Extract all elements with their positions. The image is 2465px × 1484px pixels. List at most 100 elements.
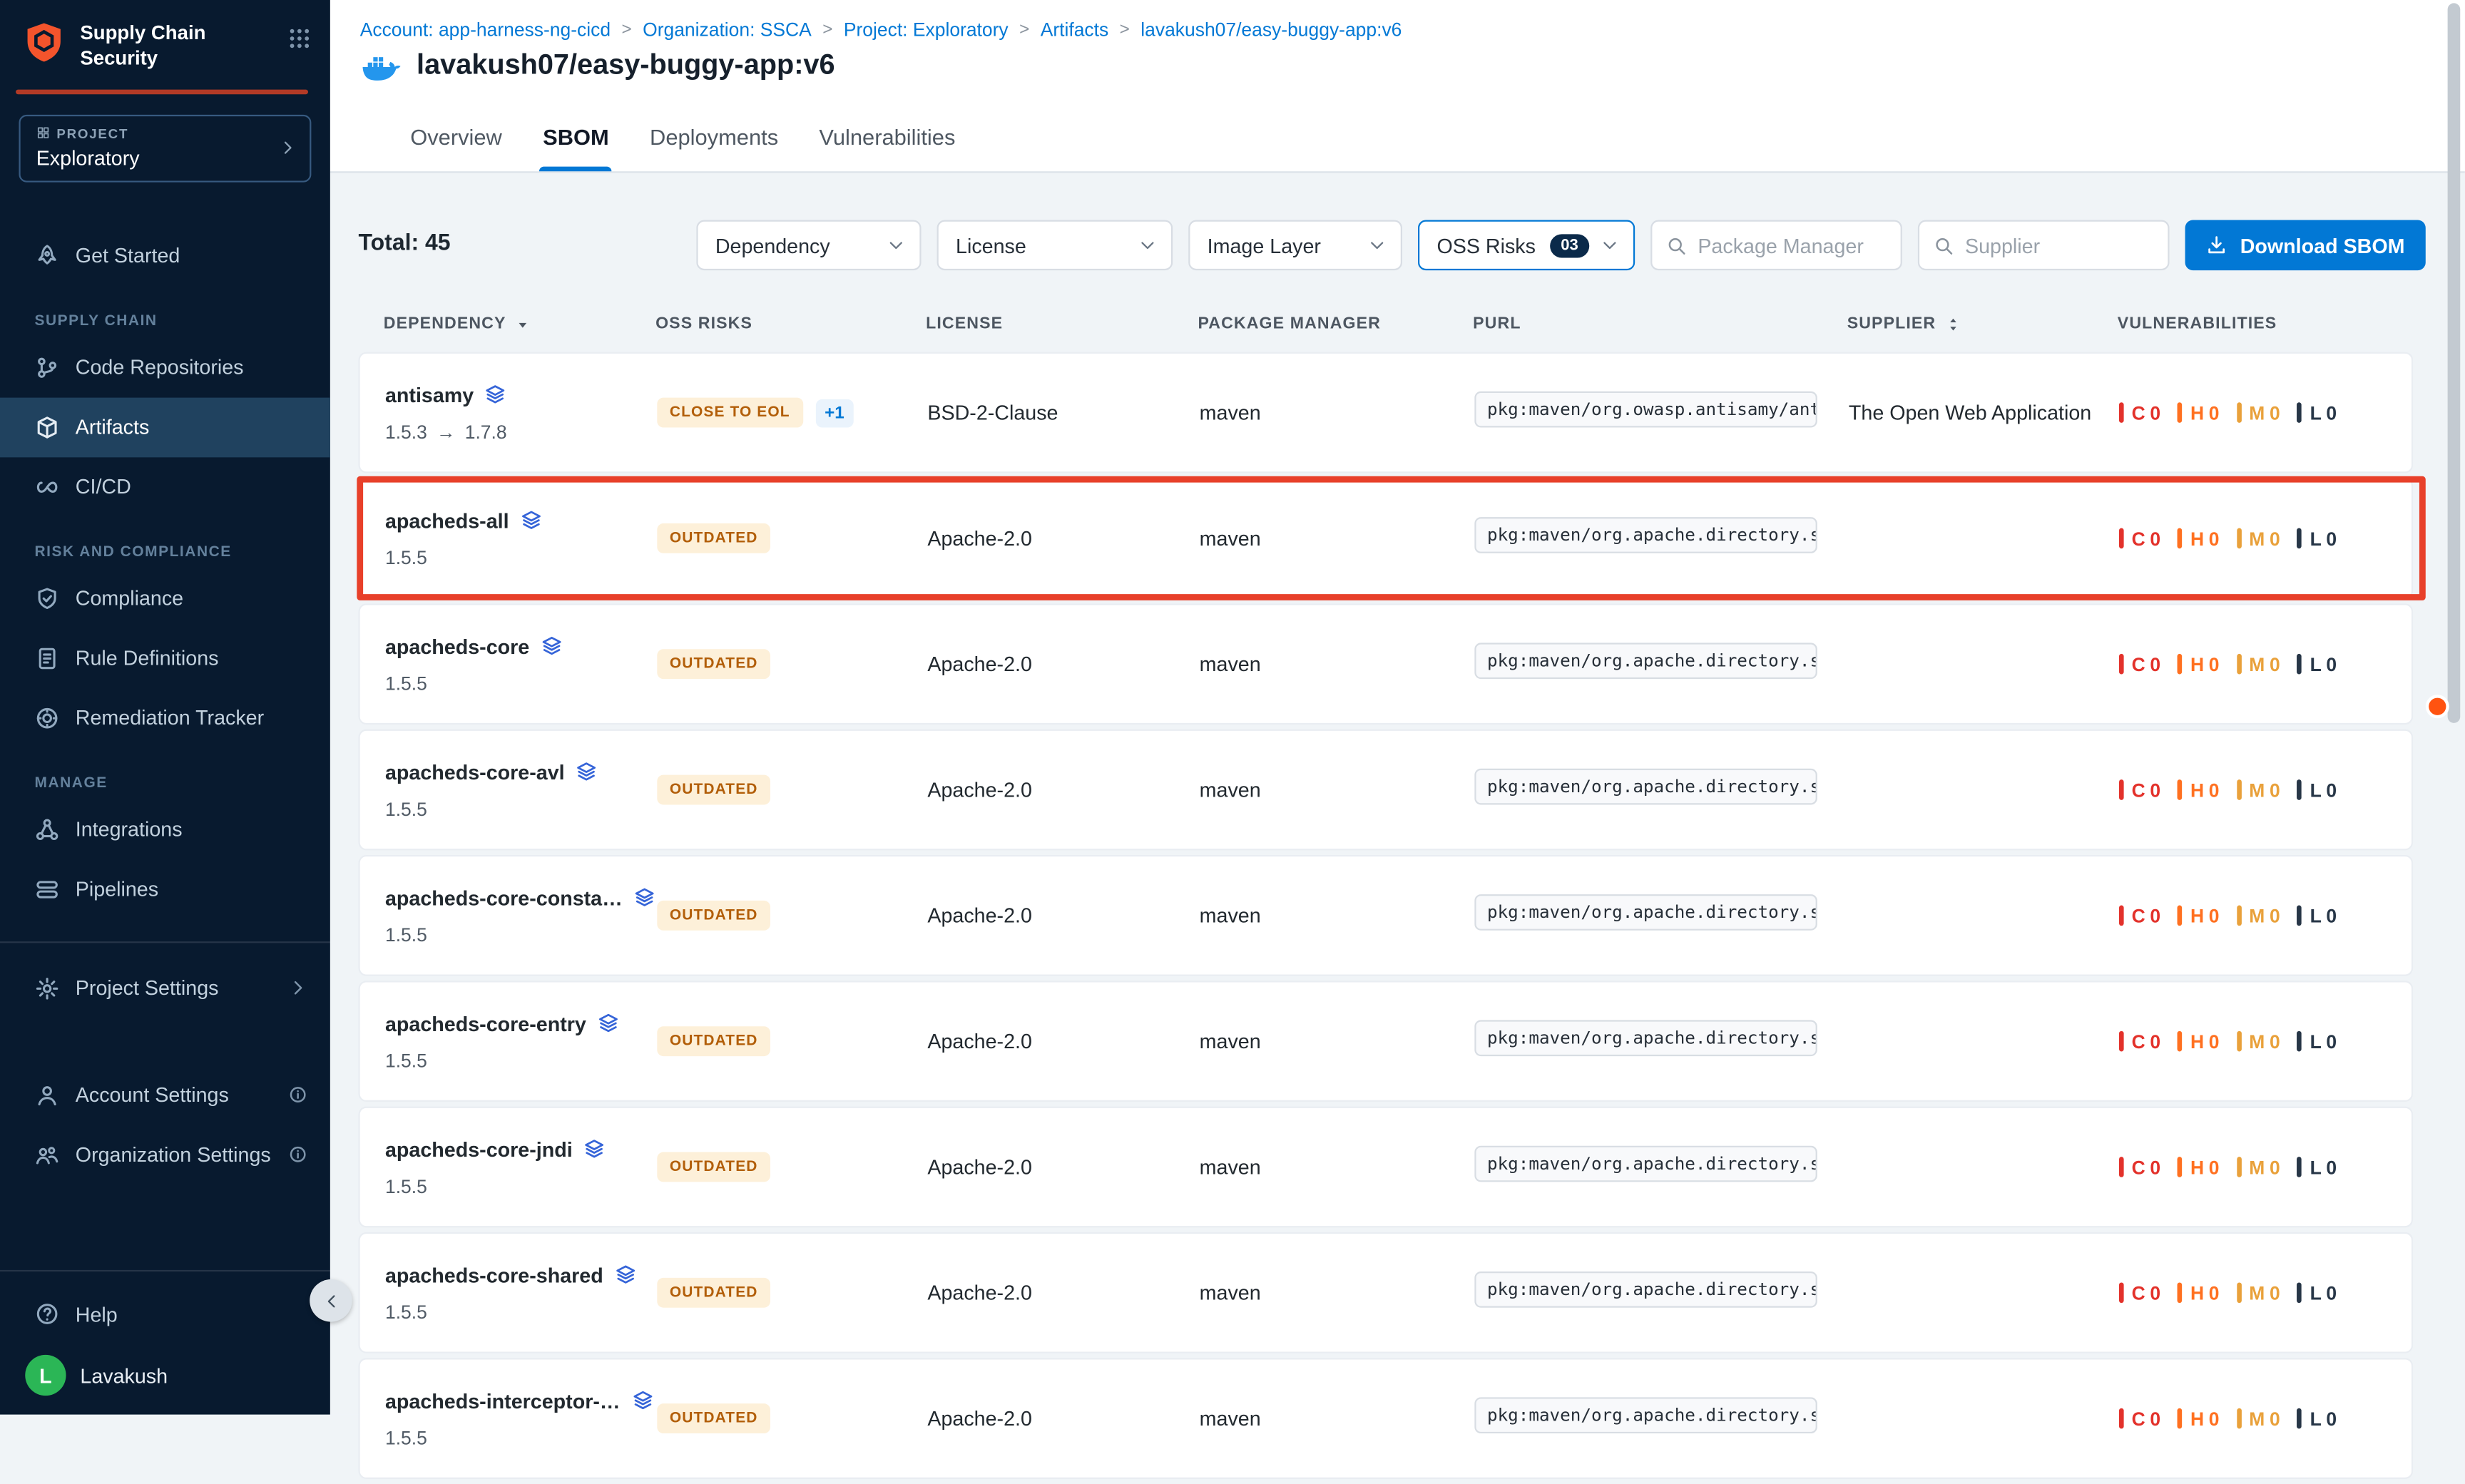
package-manager-cell: maven [1200, 1155, 1475, 1179]
filter-license[interactable]: License [937, 220, 1173, 271]
severity-critical: C0 [2119, 1030, 2160, 1053]
dependency-name: apacheds-core-shared [385, 1263, 603, 1286]
table-row[interactable]: apacheds-core-avl1.5.5OUTDATEDApache-2.0… [359, 730, 2414, 851]
severity-bar [2178, 1031, 2183, 1052]
severity-label: L [2310, 653, 2322, 675]
sidebar-item-code-repositories[interactable]: Code Repositories [0, 337, 330, 397]
sort-both-icon [1944, 315, 1961, 332]
severity-count: 0 [2270, 904, 2280, 926]
column-header-vulnerabilities[interactable]: VULNERABILITIES [2118, 314, 2413, 333]
sidebar-item-ci-cd[interactable]: CI/CD [0, 456, 330, 516]
dependency-cell: apacheds-interceptor-…1.5.5 [385, 1388, 657, 1448]
purl-cell: pkg:maven/org.apache.directory.s… [1474, 1019, 1849, 1063]
column-header-label: OSS RISKS [655, 314, 752, 333]
package-manager-search-input[interactable] [1698, 233, 1886, 257]
sidebar-item-project-settings[interactable]: Project Settings [0, 958, 330, 1018]
purl-value[interactable]: pkg:maven/org.apache.directory.s… [1474, 894, 1817, 930]
project-selector-label-row: PROJECT [36, 125, 269, 140]
column-header-package-manager[interactable]: PACKAGE MANAGER [1198, 314, 1473, 333]
project-icon [36, 126, 51, 140]
table-row[interactable]: apacheds-core-shared1.5.5OUTDATEDApache-… [359, 1232, 2414, 1353]
table-row[interactable]: apacheds-core-entry1.5.5OUTDATEDApache-2… [359, 981, 2414, 1102]
purl-value[interactable]: pkg:maven/org.apache.directory.s… [1474, 768, 1817, 804]
severity-count: 0 [2209, 401, 2220, 424]
oss-risks-cell: OUTDATED [657, 649, 927, 679]
filter-oss-risks[interactable]: OSS Risks03 [1418, 220, 1635, 271]
severity-low: L0 [2297, 653, 2337, 675]
column-header-oss-risks[interactable]: OSS RISKS [655, 314, 926, 333]
app-root: Supply Chain Security PROJECT Explorator… [0, 0, 2465, 1415]
package-manager-cell: maven [1200, 526, 1475, 550]
filter-dependency[interactable]: Dependency [696, 220, 921, 271]
table-row[interactable]: apacheds-core-jndi1.5.5OUTDATEDApache-2.… [359, 1107, 2414, 1228]
sidebar-item-account-settings[interactable]: Account Settings [0, 1065, 330, 1125]
severity-bar [2297, 1408, 2302, 1429]
severity-medium: M0 [2237, 1156, 2280, 1178]
filter-image-layer[interactable]: Image Layer [1188, 220, 1402, 271]
module-switcher-icon[interactable] [287, 26, 311, 50]
breadcrumb-link[interactable]: lavakush07/easy-buggy-app:v6 [1140, 19, 1402, 41]
purl-value[interactable]: pkg:maven/org.owasp.antisamy/ant… [1474, 391, 1817, 427]
sidebar-item-help[interactable]: Help [0, 1284, 330, 1344]
severity-label: H [2190, 1281, 2204, 1304]
purl-value[interactable]: pkg:maven/org.apache.directory.s… [1474, 516, 1817, 553]
user-menu[interactable]: L Lavakush [0, 1344, 330, 1398]
table-body: antisamy1.5.3→1.7.8CLOSE TO EOL+1BSD-2-C… [359, 352, 2414, 1479]
table-row[interactable]: apacheds-all1.5.5OUTDATEDApache-2.0maven… [359, 478, 2414, 599]
table-row[interactable]: apacheds-core1.5.5OUTDATEDApache-2.0mave… [359, 603, 2414, 725]
severity-label: M [2249, 904, 2265, 926]
severity-critical: C0 [2119, 653, 2160, 675]
layers-icon [597, 1012, 619, 1034]
sidebar-item-pipelines[interactable]: Pipelines [0, 859, 330, 918]
severity-label: H [2190, 527, 2204, 549]
purl-value[interactable]: pkg:maven/org.apache.directory.s… [1474, 642, 1817, 678]
sidebar-item-artifacts[interactable]: Artifacts [0, 397, 330, 457]
dependency-cell: apacheds-core-avl1.5.5 [385, 760, 657, 820]
integrations-icon [34, 817, 59, 841]
dependency-name: apacheds-core-jndi [385, 1137, 573, 1161]
severity-low: L0 [2297, 779, 2337, 801]
breadcrumb-link[interactable]: Artifacts [1041, 19, 1109, 41]
download-sbom-button[interactable]: Download SBOM [2185, 220, 2426, 271]
dependency-version: 1.5.5 [385, 672, 427, 694]
column-header-supplier[interactable]: SUPPLIER [1847, 314, 2118, 333]
brand-title-line1: Supply Chain [80, 21, 205, 46]
tab-overview[interactable]: Overview [410, 102, 502, 171]
project-selector[interactable]: PROJECT Exploratory [19, 114, 311, 182]
breadcrumb-link[interactable]: Project: Exploratory [844, 19, 1009, 41]
brand-title-line2: Security [80, 46, 205, 71]
sidebar-item-rule-definitions[interactable]: Rule Definitions [0, 628, 330, 687]
tab-deployments[interactable]: Deployments [650, 102, 778, 171]
sidebar-nav: SUPPLY CHAINCode RepositoriesArtifactsCI… [0, 285, 330, 918]
artifacts-icon [34, 414, 59, 439]
sidebar-item-integrations[interactable]: Integrations [0, 799, 330, 859]
breadcrumb-link[interactable]: Organization: SSCA [643, 19, 812, 41]
tab-sbom[interactable]: SBOM [543, 102, 609, 171]
sidebar-collapse-handle[interactable] [310, 1279, 352, 1322]
column-header-dependency[interactable]: DEPENDENCY [384, 314, 655, 333]
sidebar-item-label: Organization Settings [76, 1142, 271, 1166]
purl-value[interactable]: pkg:maven/org.apache.directory.s… [1474, 1145, 1817, 1182]
column-header-purl[interactable]: PURL [1473, 314, 1847, 333]
vulnerabilities-cell: C0H0M0L0 [2119, 527, 2412, 549]
severity-medium: M0 [2237, 1408, 2280, 1430]
severity-label: L [2310, 1408, 2322, 1430]
supplier-search-input[interactable] [1965, 233, 2153, 257]
table-row[interactable]: apacheds-core-consta…1.5.5OUTDATEDApache… [359, 855, 2414, 976]
tab-vulnerabilities[interactable]: Vulnerabilities [819, 102, 955, 171]
sidebar-item-remediation-tracker[interactable]: Remediation Tracker [0, 687, 330, 747]
purl-value[interactable]: pkg:maven/org.apache.directory.s… [1474, 1271, 1817, 1307]
chevron-right-icon [287, 978, 308, 998]
column-header-license[interactable]: LICENSE [926, 314, 1198, 333]
breadcrumb-link[interactable]: Account: app-harness-ng-cicd [360, 19, 611, 41]
purl-value[interactable]: pkg:maven/org.apache.directory.s… [1474, 1019, 1817, 1055]
table-row[interactable]: antisamy1.5.3→1.7.8CLOSE TO EOL+1BSD-2-C… [359, 352, 2414, 474]
severity-critical: C0 [2119, 1408, 2160, 1430]
sidebar-item-compliance[interactable]: Compliance [0, 568, 330, 628]
sidebar-item-organization-settings[interactable]: Organization Settings [0, 1125, 330, 1184]
oss-risks-cell: OUTDATED [657, 1278, 927, 1308]
scrollbar-thumb[interactable] [2448, 3, 2461, 722]
sidebar-item-get-started[interactable]: Get Started [0, 225, 330, 285]
table-row[interactable]: apacheds-interceptor-…1.5.5OUTDATEDApach… [359, 1358, 2414, 1479]
compliance-icon [34, 585, 59, 610]
